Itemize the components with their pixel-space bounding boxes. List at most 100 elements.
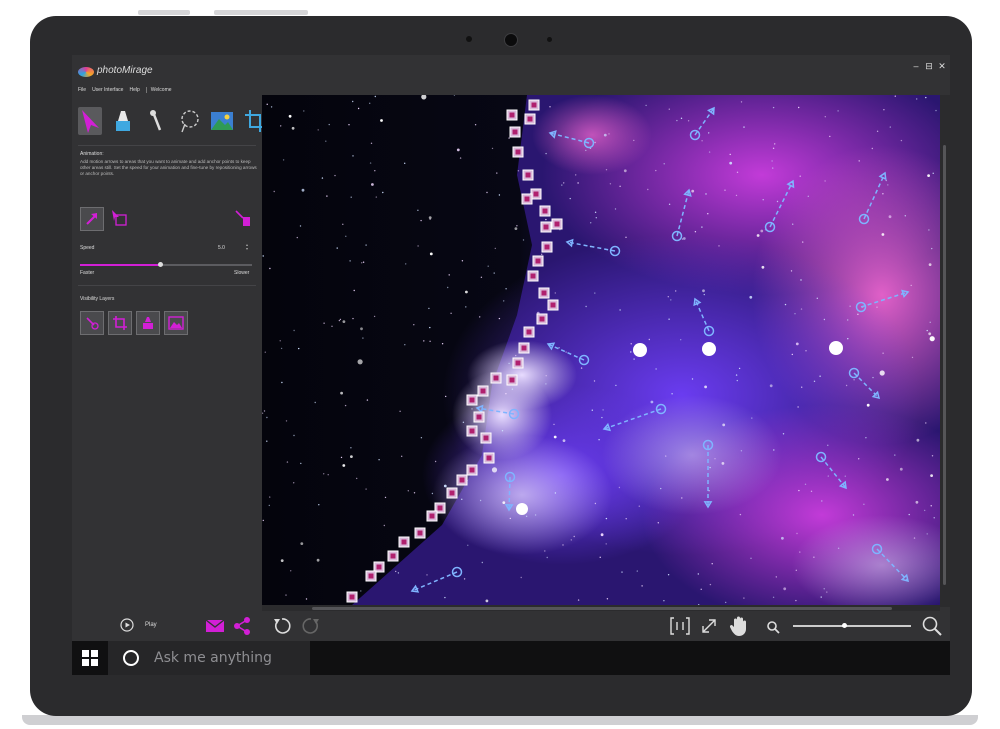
star: [344, 404, 347, 407]
star: [450, 312, 452, 314]
speed-value[interactable]: 5.0: [218, 245, 225, 251]
start-button[interactable]: [82, 650, 98, 671]
star: [525, 515, 528, 517]
star: [931, 247, 933, 250]
vertical-scrollbar[interactable]: [940, 95, 950, 607]
anchor-point-core: [527, 116, 533, 122]
anchor-tool[interactable]: [144, 107, 168, 135]
star: [399, 410, 401, 412]
play-icon: [120, 618, 134, 632]
animation-layer-toggle[interactable]: [80, 311, 104, 335]
star: [366, 399, 369, 401]
anchor-point-core: [459, 477, 465, 483]
star: [585, 305, 587, 308]
star: [933, 517, 935, 519]
fullscreen-button[interactable]: [699, 616, 719, 641]
share-button[interactable]: [232, 616, 252, 641]
star: [701, 140, 703, 142]
star: [467, 544, 469, 546]
mask-brush-tool[interactable]: [111, 107, 135, 135]
star: [336, 247, 338, 249]
taskbar-search-box[interactable]: Ask me anything: [108, 641, 310, 675]
crop-layer-toggle[interactable]: [108, 311, 132, 335]
star: [285, 420, 288, 422]
menu-help[interactable]: Help: [129, 87, 139, 93]
star: [714, 458, 716, 460]
star: [591, 409, 593, 411]
star: [655, 368, 657, 370]
minimize-button[interactable]: –: [910, 61, 922, 71]
fit-to-screen-button[interactable]: [669, 616, 691, 641]
select-tool-button[interactable]: [108, 207, 130, 229]
star: [370, 142, 373, 144]
scrollbar-thumb[interactable]: [312, 607, 892, 610]
speed-slider[interactable]: [80, 262, 252, 267]
star: [910, 284, 912, 287]
star: [771, 160, 773, 162]
star: [772, 167, 774, 169]
motion-arrow-button[interactable]: [80, 207, 104, 231]
star: [837, 547, 840, 549]
star: [514, 227, 518, 231]
delete-arrow-button[interactable]: [232, 207, 254, 229]
anchor-pin-icon: [150, 110, 162, 131]
star: [816, 297, 818, 299]
star: [594, 502, 597, 505]
share-icon: [234, 617, 250, 635]
restore-button[interactable]: ⊟: [923, 61, 935, 72]
image-layer-toggle[interactable]: [164, 311, 188, 335]
star: [300, 542, 304, 545]
title-bar: photoMirage – ⊟ ✕: [72, 55, 950, 85]
speed-stepper-icon[interactable]: ▴ ▾: [246, 243, 248, 251]
star: [619, 185, 621, 187]
redo-button[interactable]: [301, 616, 321, 641]
star: [417, 245, 419, 247]
star: [340, 456, 343, 459]
scrollbar-thumb[interactable]: [943, 145, 946, 585]
star: [505, 393, 507, 395]
star: [491, 147, 494, 150]
speed-max-label: Slower: [234, 270, 250, 276]
star: [280, 347, 283, 350]
sensor-dot: [466, 36, 472, 42]
bright-star: [633, 343, 647, 357]
zoom-slider[interactable]: [793, 623, 911, 628]
star: [426, 574, 428, 576]
star: [929, 336, 935, 342]
star: [565, 351, 567, 353]
star: [630, 351, 632, 353]
undo-button[interactable]: [272, 616, 292, 641]
speed-slider-handle[interactable]: [158, 262, 164, 267]
anchor-point-core: [542, 208, 548, 214]
image-canvas[interactable]: [262, 95, 940, 605]
zoom-out-button[interactable]: [766, 620, 780, 639]
star: [301, 188, 305, 192]
menu-user-interface[interactable]: User Interface: [92, 87, 123, 93]
email-button[interactable]: [205, 618, 225, 639]
star: [794, 313, 796, 315]
star: [517, 170, 520, 172]
zoom-in-button[interactable]: [921, 615, 943, 642]
star: [293, 434, 295, 437]
star: [599, 556, 601, 558]
star: [593, 380, 596, 382]
star: [879, 370, 885, 376]
star: [743, 597, 745, 599]
star: [675, 290, 677, 292]
mask-brush-icon: [116, 111, 130, 131]
star: [738, 367, 741, 370]
animation-arrow-tool[interactable]: [78, 107, 102, 135]
lasso-tool[interactable]: [177, 107, 201, 135]
play-button[interactable]: [120, 618, 134, 632]
menu-welcome[interactable]: Welcome: [145, 87, 172, 93]
anchor-point-core: [531, 102, 537, 108]
zoom-slider-handle[interactable]: [842, 623, 848, 628]
mask-layer-toggle[interactable]: [136, 311, 160, 335]
image-tool[interactable]: [210, 107, 234, 135]
star: [508, 137, 510, 139]
menu-file[interactable]: File: [78, 87, 86, 93]
anchor-point-core: [509, 112, 515, 118]
play-label[interactable]: Play: [145, 622, 157, 628]
close-button[interactable]: ✕: [936, 61, 948, 72]
pan-tool-button[interactable]: [729, 615, 749, 642]
